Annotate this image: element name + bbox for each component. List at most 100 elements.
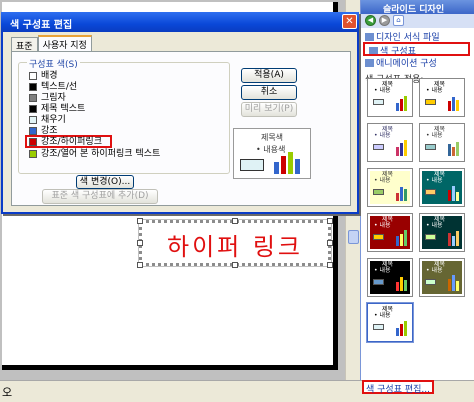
scheme-bar: [448, 101, 451, 111]
scheme-colors-label: 구성표 색(S): [27, 57, 80, 70]
resize-handle[interactable]: [232, 218, 238, 224]
scheme-color-row[interactable]: 제목 텍스트: [29, 104, 85, 114]
apply-button[interactable]: 적용(A): [241, 68, 297, 83]
link-animation-schemes[interactable]: 애니메이션 구성: [361, 56, 474, 68]
preview-bar: [281, 156, 286, 174]
scheme-sample-chart: [396, 230, 407, 246]
scheme-bar: [404, 189, 407, 201]
scheme-bar: [456, 192, 459, 201]
color-row-label: 그림자: [41, 93, 66, 103]
resize-handle[interactable]: [232, 262, 238, 268]
scheme-sample-chart: [396, 187, 407, 201]
slide-design-task-pane: 슬라이드 디자인 ◀ ▶ ⌂ 디자인 서식 파일 색 구성표 애니메이션 구성 …: [360, 0, 474, 380]
scheme-body-text: • 내용: [374, 87, 391, 94]
hyperlink-textbox[interactable]: 하이퍼 링크: [137, 218, 333, 268]
scheme-sample-shape: [373, 324, 384, 330]
scheme-sample-shape: [373, 189, 384, 195]
color-scheme-thumbnail[interactable]: 제목 • 내용: [419, 123, 465, 162]
link-design-templates[interactable]: 디자인 서식 파일: [361, 30, 474, 42]
color-scheme-thumbnail[interactable]: 제목 • 내용: [367, 123, 413, 162]
color-swatch: [29, 150, 37, 158]
scheme-background: 제목 • 내용: [370, 216, 410, 249]
add-as-standard-button[interactable]: 표준 색 구성표에 추가(D): [42, 189, 158, 204]
scheme-bar: [404, 140, 407, 156]
link-color-schemes[interactable]: 색 구성표: [363, 42, 470, 56]
scheme-background: 제목 • 내용: [422, 81, 462, 114]
scheme-bar: [456, 281, 459, 291]
scheme-color-row[interactable]: 텍스트/선: [29, 82, 77, 92]
scheme-body-text: • 내용: [426, 222, 443, 229]
change-color-button[interactable]: 색 변경(O)...: [76, 175, 134, 189]
scheme-background: 제목 • 내용: [422, 261, 462, 294]
tab-custom[interactable]: 사용자 지정: [37, 35, 92, 51]
scheme-sample-shape: [425, 189, 436, 195]
scheme-background: 제목 • 내용: [370, 261, 410, 294]
color-row-label: 강조/열어 본 하이퍼링크 텍스트: [41, 149, 161, 159]
scheme-sample-shape: [425, 99, 436, 105]
color-scheme-thumbnail[interactable]: 제목 • 내용: [367, 78, 413, 117]
color-row-label: 텍스트/선: [41, 82, 78, 92]
task-pane-title: 슬라이드 디자인: [361, 0, 474, 15]
resize-handle[interactable]: [137, 218, 143, 224]
color-swatch: [29, 83, 37, 91]
dialog-tabs: 표준 사용자 지정: [11, 35, 92, 52]
preview-title: 제목색: [260, 133, 284, 142]
scheme-sample-shape: [373, 279, 384, 285]
color-scheme-thumbnail[interactable]: 제목 • 내용: [419, 78, 465, 117]
home-icon[interactable]: ⌂: [393, 15, 404, 26]
tab-standard[interactable]: 표준: [11, 37, 38, 52]
scheme-sample-shape: [373, 99, 384, 105]
design-template-icon: [365, 33, 374, 41]
color-scheme-thumbnail[interactable]: 제목 • 내용: [419, 258, 465, 297]
scrollbar-thumb[interactable]: [348, 230, 359, 244]
scheme-sample-text: 제목 • 내용: [426, 217, 445, 229]
back-icon[interactable]: ◀: [365, 15, 376, 26]
scheme-bar: [456, 142, 459, 156]
color-scheme-thumbnail[interactable]: 제목 • 내용: [366, 302, 414, 343]
scheme-bar: [396, 236, 399, 246]
preview-shape: [240, 159, 264, 171]
scheme-colors-group: 구성표 색(S) 배경 텍스트/선 그림자 제목 텍스트 채우기 강조 강조/하이퍼링크 강조…: [18, 57, 230, 189]
scheme-body-text: • 내용: [426, 177, 443, 184]
edit-color-scheme-link[interactable]: 색 구성표 편집...: [362, 380, 434, 395]
animation-icon: [365, 59, 374, 67]
color-scheme-thumbnail[interactable]: 제목 • 내용: [367, 258, 413, 297]
scheme-bar: [452, 147, 455, 156]
color-swatch: [29, 137, 37, 146]
scheme-bar: [448, 279, 451, 291]
scheme-bar: [404, 96, 407, 111]
scheme-sample-text: 제목 • 내용: [374, 262, 393, 274]
scheme-sample-chart: [448, 275, 459, 291]
close-icon[interactable]: ✕: [342, 14, 357, 29]
scheme-body-text: • 내용: [374, 177, 391, 184]
color-swatch: [29, 127, 37, 135]
forward-icon[interactable]: ▶: [379, 15, 390, 26]
preview-button[interactable]: 미리 보기(P): [241, 102, 297, 117]
scheme-body-text: • 내용: [426, 267, 443, 274]
scheme-background: 제목 • 내용: [370, 81, 410, 114]
scheme-sample-chart: [448, 186, 459, 201]
scheme-color-row[interactable]: 그림자: [29, 93, 66, 103]
scheme-bar: [396, 147, 399, 156]
resize-handle[interactable]: [137, 262, 143, 268]
color-scheme-thumbnail[interactable]: 제목 • 내용: [367, 168, 413, 207]
scheme-sample-text: 제목 • 내용: [374, 127, 393, 139]
scheme-bar: [456, 100, 459, 111]
scheme-color-row[interactable]: 강조/열어 본 하이퍼링크 텍스트: [29, 149, 160, 159]
hyperlink-text[interactable]: 하이퍼 링크: [142, 227, 328, 262]
scheme-color-row[interactable]: 배경: [29, 71, 58, 81]
color-scheme-thumbnail[interactable]: 제목 • 내용: [367, 213, 413, 252]
color-scheme-thumbnail[interactable]: 제목 • 내용: [419, 213, 465, 252]
resize-handle[interactable]: [327, 218, 333, 224]
color-scheme-thumbnail[interactable]: 제목 • 내용: [419, 168, 465, 207]
scheme-body-text: • 내용: [426, 132, 443, 139]
scheme-sample-shape: [425, 234, 436, 240]
scheme-color-row[interactable]: 채우기: [29, 115, 66, 125]
cancel-button[interactable]: 취소: [241, 85, 297, 100]
scheme-bar: [404, 280, 407, 291]
scheme-color-row[interactable]: 강조/하이퍼링크: [25, 135, 112, 148]
scheme-body-text: • 내용: [374, 312, 391, 319]
scheme-bar: [404, 321, 407, 336]
scheme-sample-chart: [448, 142, 459, 156]
resize-handle[interactable]: [327, 262, 333, 268]
